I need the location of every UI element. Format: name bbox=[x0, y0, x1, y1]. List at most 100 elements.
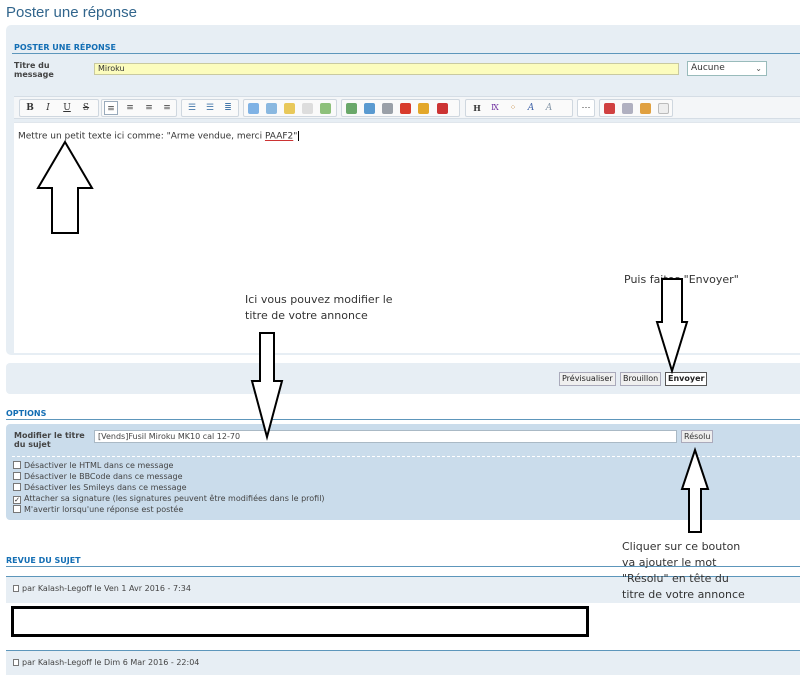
option-label: Désactiver le HTML dans ce message bbox=[24, 461, 174, 470]
subject-label-line1: Modifier le titre bbox=[14, 431, 85, 440]
option-attach-signature[interactable]: ✓ Attacher sa signature (les signatures p… bbox=[13, 494, 325, 504]
image-icon[interactable] bbox=[346, 103, 357, 114]
draft-button[interactable]: Brouillon bbox=[620, 372, 662, 386]
icon-select-value: Aucune bbox=[691, 63, 725, 73]
checkbox[interactable] bbox=[13, 505, 21, 513]
source-icon[interactable] bbox=[658, 103, 669, 114]
youtube-icon[interactable] bbox=[400, 103, 411, 114]
search-icon[interactable] bbox=[622, 103, 633, 114]
text-caret bbox=[298, 131, 300, 141]
font-face-icon[interactable]: A bbox=[524, 101, 538, 115]
align-left-icon[interactable]: ≡ bbox=[104, 101, 118, 115]
arrow-down-icon bbox=[250, 332, 284, 441]
review-section-title: REVUE DU SUJET bbox=[6, 556, 81, 565]
option-label: Attacher sa signature (les signatures pe… bbox=[24, 494, 325, 503]
hide-icon[interactable] bbox=[302, 103, 313, 114]
arrow-down-icon bbox=[655, 278, 689, 375]
subject-label-line2: du sujet bbox=[14, 440, 51, 449]
review-post-meta: par Kalash-Legoff le Ven 1 Avr 2016 - 7:… bbox=[13, 584, 191, 593]
annotation-line: va ajouter le mot bbox=[622, 556, 717, 569]
strike-button[interactable]: S bbox=[79, 101, 93, 115]
align-right-icon[interactable]: ≡ bbox=[142, 101, 156, 115]
more-group: ⋯ bbox=[577, 99, 595, 117]
option-label: M'avertir lorsqu'une réponse est postée bbox=[24, 505, 184, 514]
post-meta-text: par Kalash-Legoff le Dim 6 Mar 2016 - 22… bbox=[22, 658, 200, 667]
link-icon[interactable] bbox=[382, 103, 393, 114]
media-group bbox=[341, 99, 460, 117]
post-section-title: POSTER UNE RÉPONSE bbox=[14, 43, 116, 52]
spoiler-icon[interactable] bbox=[284, 103, 295, 114]
font-color-icon[interactable]: ⁘ bbox=[506, 101, 520, 115]
annotation-resolved: Cliquer sur ce bouton va ajouter le mot … bbox=[622, 539, 745, 603]
align-group: ≡ ≡ ≡ ≡ bbox=[101, 99, 177, 117]
arrow-up-icon bbox=[680, 446, 710, 533]
options-section-title: OPTIONS bbox=[6, 409, 47, 418]
flash-icon[interactable] bbox=[418, 103, 429, 114]
checkbox[interactable] bbox=[13, 483, 21, 491]
subject-title-input[interactable]: [Vends]Fusil Miroku MK10 cal 12-70 bbox=[94, 430, 677, 443]
arrow-up-icon bbox=[36, 140, 94, 234]
align-justify-icon[interactable]: ≡ bbox=[160, 101, 174, 115]
subject-label: Modifier le titre du sujet bbox=[14, 431, 85, 449]
quote-icon[interactable] bbox=[248, 103, 259, 114]
code-icon[interactable] bbox=[266, 103, 277, 114]
option-disable-bbcode[interactable]: Désactiver le BBCode dans ce message bbox=[13, 472, 183, 482]
title-label-line1: Titre du bbox=[14, 61, 50, 70]
italic-button[interactable]: I bbox=[41, 101, 55, 115]
font-effects-icon[interactable]: A bbox=[542, 101, 556, 115]
annotation-edit-title: Ici vous pouvez modifier le titre de vot… bbox=[245, 292, 393, 324]
title-label: Titre du message bbox=[14, 61, 54, 79]
title-label-line2: message bbox=[14, 70, 54, 79]
tools-group bbox=[599, 99, 673, 117]
option-disable-html[interactable]: Désactiver le HTML dans ce message bbox=[13, 461, 173, 471]
post-icon bbox=[13, 659, 19, 666]
icon-select[interactable]: Aucune ⌄ bbox=[687, 61, 767, 76]
more-icon[interactable]: ⋯ bbox=[579, 101, 593, 115]
insert-group bbox=[243, 99, 337, 117]
editor-text-end: " bbox=[293, 131, 298, 142]
underline-button[interactable]: U bbox=[60, 101, 74, 115]
chevron-down-icon: ⌄ bbox=[755, 64, 762, 73]
resolved-button[interactable]: Résolu bbox=[681, 430, 714, 443]
text-style-group: B I U S bbox=[19, 99, 99, 117]
redacted-box bbox=[11, 606, 589, 637]
option-label: Désactiver les Smileys dans ce message bbox=[24, 483, 187, 492]
headline-button[interactable]: H bbox=[470, 101, 484, 115]
date-icon[interactable] bbox=[604, 103, 615, 114]
message-title-input[interactable]: Miroku bbox=[94, 63, 679, 75]
font-group: H Ⅸ ⁘ A A bbox=[465, 99, 573, 117]
annotation-line: titre de votre annonce bbox=[622, 588, 745, 601]
send-button[interactable]: Envoyer bbox=[665, 372, 708, 386]
checkbox-checked[interactable]: ✓ bbox=[13, 496, 21, 504]
option-disable-smileys[interactable]: Désactiver les Smileys dans ce message bbox=[13, 483, 187, 493]
font-size-icon[interactable]: Ⅸ bbox=[488, 101, 502, 115]
option-notify-reply[interactable]: M'avertir lorsqu'une réponse est postée bbox=[13, 505, 183, 515]
table-icon[interactable] bbox=[320, 103, 331, 114]
annotation-line: "Résolu" en tête du bbox=[622, 572, 729, 585]
bullet-list-icon[interactable]: ☰ bbox=[185, 101, 199, 115]
review-post: par Kalash-Legoff le Dim 6 Mar 2016 - 22… bbox=[6, 650, 800, 675]
list-group: ☰ ☰ ≣ bbox=[181, 99, 239, 117]
options-divider bbox=[6, 419, 800, 420]
preview-button[interactable]: Prévisualiser bbox=[559, 372, 616, 386]
post-icon bbox=[13, 585, 19, 592]
checkbox[interactable] bbox=[13, 461, 21, 469]
editor-text-underlined: PAAF2 bbox=[264, 131, 294, 142]
bold-button[interactable]: B bbox=[23, 101, 37, 115]
post-meta-text: par Kalash-Legoff le Ven 1 Avr 2016 - 7:… bbox=[22, 584, 191, 593]
page-title: Poster une réponse bbox=[6, 4, 137, 21]
attachment-icon[interactable] bbox=[437, 103, 448, 114]
numbered-list-icon[interactable]: ☰ bbox=[203, 101, 217, 115]
editor-toolbar: B I U S ≡ ≡ ≡ ≡ ☰ ☰ ≣ H Ⅸ ⁘ A A ⋯ bbox=[14, 96, 800, 119]
option-label: Désactiver le BBCode dans ce message bbox=[24, 472, 183, 481]
annotation-line: Cliquer sur ce bouton bbox=[622, 540, 741, 553]
annotation-line: titre de votre annonce bbox=[245, 309, 368, 322]
annotation-line: Ici vous pouvez modifier le bbox=[245, 293, 393, 306]
section-divider bbox=[12, 53, 800, 54]
host-image-icon[interactable] bbox=[364, 103, 375, 114]
review-post-meta: par Kalash-Legoff le Dim 6 Mar 2016 - 22… bbox=[13, 658, 199, 667]
align-center-icon[interactable]: ≡ bbox=[123, 101, 137, 115]
paste-icon[interactable] bbox=[640, 103, 651, 114]
checkbox[interactable] bbox=[13, 472, 21, 480]
hr-icon[interactable]: ≣ bbox=[221, 101, 235, 115]
